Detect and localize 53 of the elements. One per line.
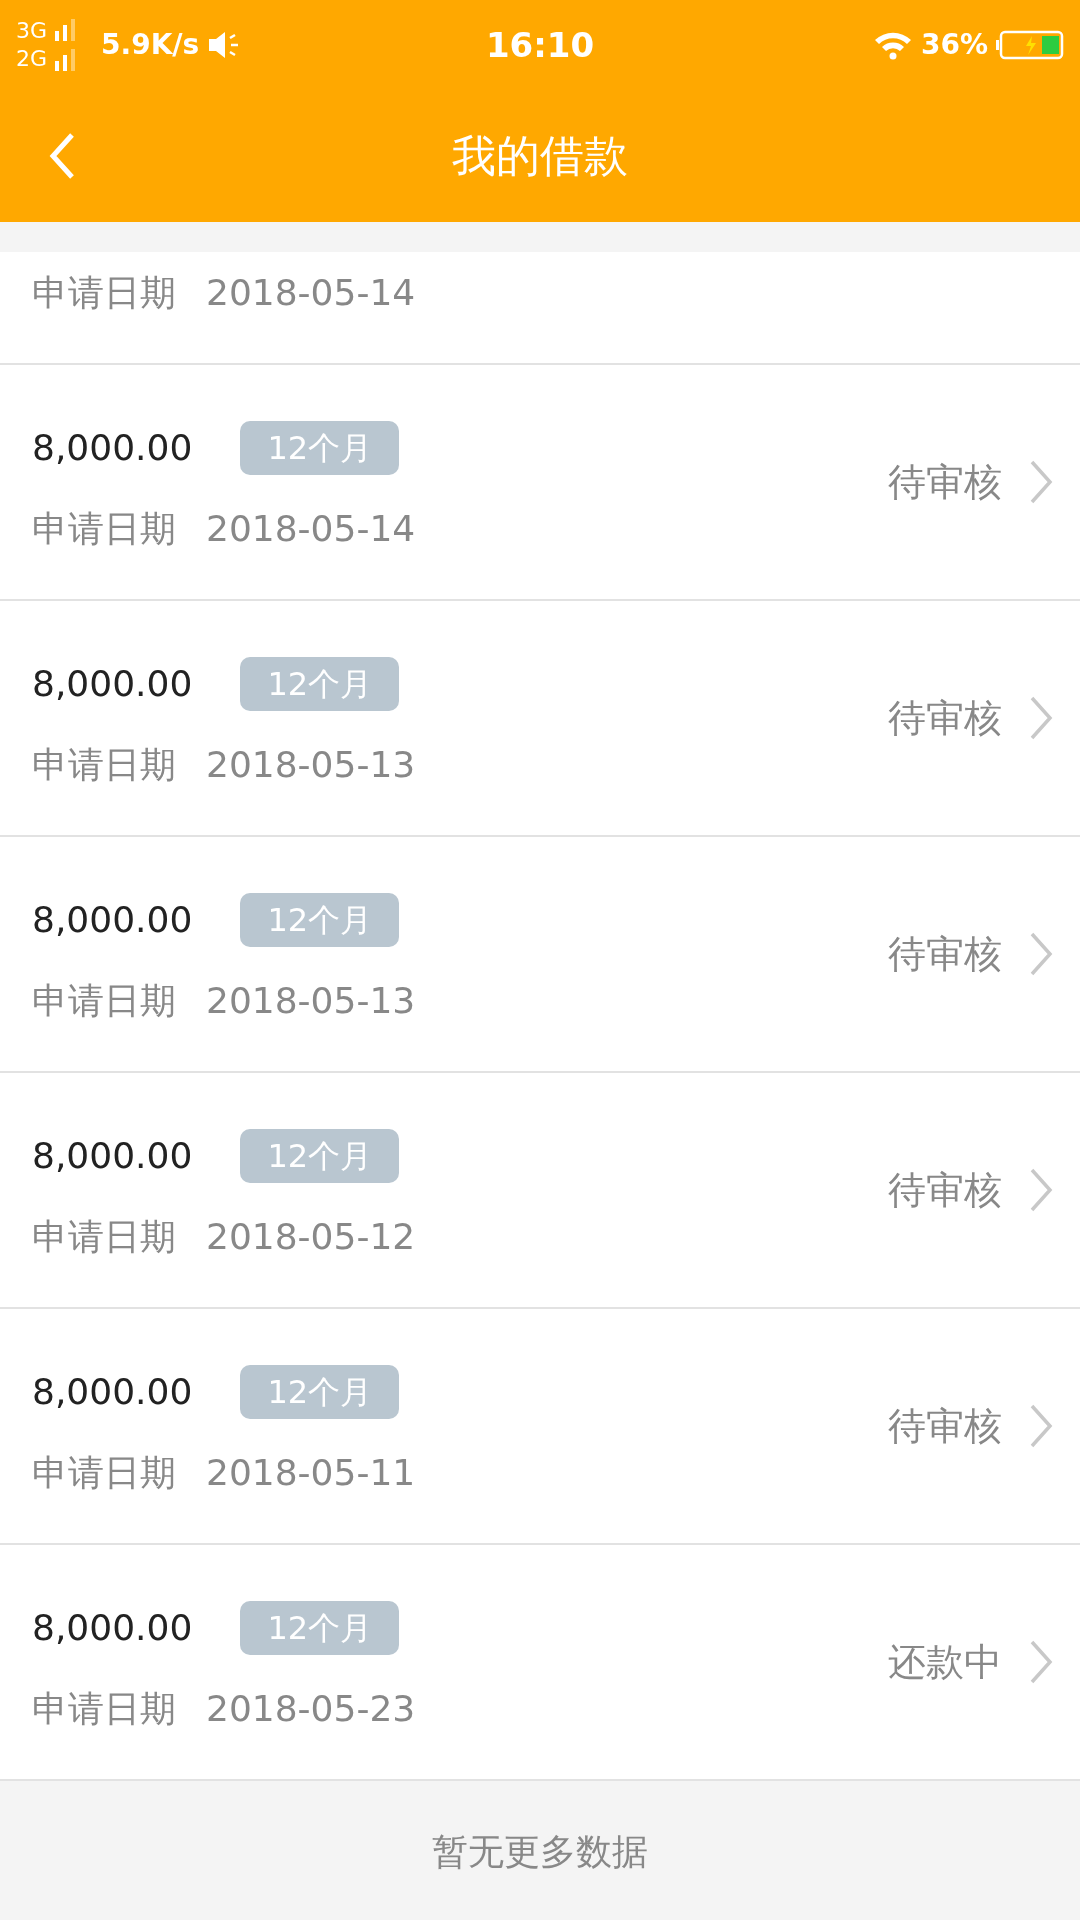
application-date: 2018-05-12 <box>206 1219 416 1255</box>
application-date: 2018-05-14 <box>206 511 416 547</box>
loan-row[interactable]: 8,000.00 12个月 申请日期 2018-05-13 待审核 <box>0 837 1080 1073</box>
date-label: 申请日期 <box>32 511 176 547</box>
network-label: 2G <box>16 48 48 70</box>
term-tag: 12个月 <box>240 657 400 711</box>
term-tag: 12个月 <box>240 893 400 947</box>
signal-icon <box>55 17 78 73</box>
chevron-right-icon <box>1028 459 1054 505</box>
loan-status: 待审核 <box>888 1166 1002 1214</box>
clock-time: 16:10 <box>485 23 595 67</box>
loan-status: 待审核 <box>888 930 1002 978</box>
application-date: 2018-05-11 <box>206 1455 416 1491</box>
date-label: 申请日期 <box>32 271 176 315</box>
chevron-right-icon <box>1028 1403 1054 1449</box>
loan-row[interactable]: 8,000.00 12个月 申请日期 2018-05-12 待审核 <box>0 1073 1080 1309</box>
term-tag: 12个月 <box>240 1129 400 1183</box>
network-speed: 5.9K/s <box>101 27 200 63</box>
loan-status: 还款中 <box>888 1638 1002 1686</box>
loan-row[interactable]: 8,000.00 12个月 申请日期 2018-05-23 还款中 <box>0 1545 1080 1781</box>
application-date: 2018-05-14 <box>206 271 416 315</box>
application-date: 2018-05-23 <box>206 1691 416 1727</box>
battery-percent: 36% <box>920 27 988 63</box>
application-date: 2018-05-13 <box>206 747 416 783</box>
loan-amount: 8,000.00 <box>32 666 193 702</box>
term-tag: 12个月 <box>240 1601 400 1655</box>
loan-row[interactable]: 8,000.00 12个月 申请日期 2018-05-14 待审核 <box>0 365 1080 601</box>
battery-icon <box>996 30 1064 60</box>
loan-row[interactable]: 8,000.00 12个月 申请日期 2018-05-13 待审核 <box>0 601 1080 837</box>
chevron-right-icon <box>1028 1639 1054 1685</box>
date-label: 申请日期 <box>32 1455 176 1491</box>
loan-amount: 8,000.00 <box>32 1374 193 1410</box>
term-tag: 12个月 <box>240 1365 400 1419</box>
loan-status: 待审核 <box>888 458 1002 506</box>
chevron-right-icon <box>1028 931 1054 977</box>
network-label: 3G <box>16 20 48 42</box>
chevron-right-icon <box>1028 1167 1054 1213</box>
term-tag: 12个月 <box>240 421 400 475</box>
date-label: 申请日期 <box>32 1691 176 1727</box>
date-label: 申请日期 <box>32 983 176 1019</box>
loan-status: 待审核 <box>888 694 1002 742</box>
date-label: 申请日期 <box>32 1219 176 1255</box>
application-date: 2018-05-13 <box>206 983 416 1019</box>
loan-amount: 8,000.00 <box>32 1138 193 1174</box>
chevron-right-icon <box>1028 695 1054 741</box>
loan-status: 待审核 <box>888 1402 1002 1450</box>
loan-amount: 8,000.00 <box>32 1610 193 1646</box>
loan-amount: 8,000.00 <box>32 902 193 938</box>
page-title: 我的借款 <box>452 129 628 183</box>
end-of-list-text: 暂无更多数据 <box>432 1829 648 1874</box>
loan-amount: 8,000.00 <box>32 430 193 466</box>
date-label: 申请日期 <box>32 747 176 783</box>
loan-row[interactable]: 8,000.00 12个月 申请日期 2018-05-11 待审核 <box>0 1309 1080 1545</box>
